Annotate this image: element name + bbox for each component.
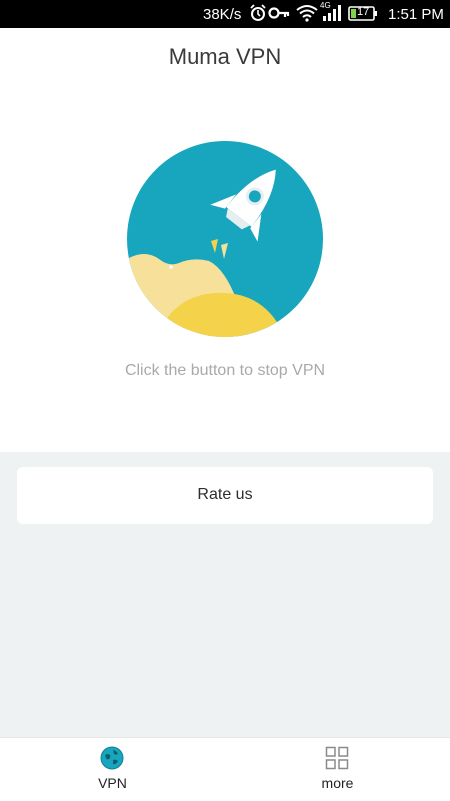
nav-label-vpn: VPN bbox=[98, 775, 127, 791]
clock: 1:51 PM bbox=[388, 6, 444, 23]
signal-icon bbox=[323, 5, 341, 21]
content-area: Rate us bbox=[0, 452, 450, 737]
globe-icon bbox=[100, 746, 124, 770]
nav-item-more[interactable]: more bbox=[225, 738, 450, 801]
key-icon bbox=[268, 7, 290, 19]
nav-label-more: more bbox=[321, 775, 354, 791]
wifi-icon bbox=[296, 5, 318, 22]
grid-icon bbox=[325, 746, 349, 770]
nav-item-vpn[interactable]: VPN bbox=[0, 738, 225, 801]
rate-us-button[interactable]: Rate us bbox=[17, 467, 433, 524]
vpn-toggle-button[interactable] bbox=[127, 141, 323, 337]
alarm-icon bbox=[250, 4, 266, 21]
network-speed: 38K/s bbox=[203, 6, 242, 23]
bottom-navigation: VPN more bbox=[0, 737, 450, 801]
battery-level: 17 bbox=[357, 6, 370, 18]
rocket-illustration bbox=[127, 141, 323, 337]
spark-dot bbox=[169, 265, 173, 269]
rate-us-label: Rate us bbox=[197, 486, 253, 503]
vpn-status-text: Click the button to stop VPN bbox=[124, 362, 326, 379]
page-title: Muma VPN bbox=[168, 44, 282, 69]
status-bar: 38K/s 4G 17 1:51 PM bbox=[0, 0, 450, 28]
